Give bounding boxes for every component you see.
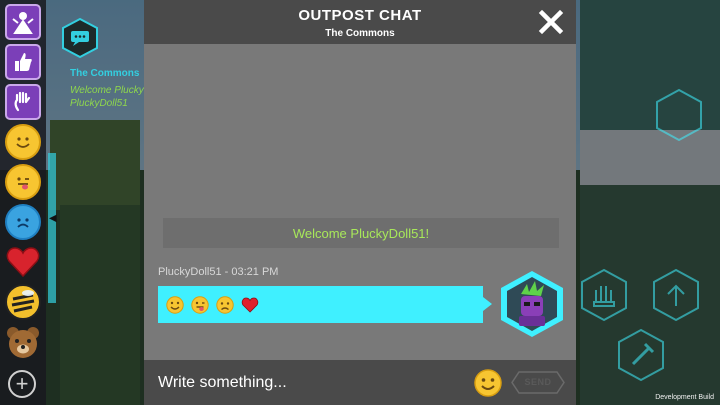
- message-bubble: [158, 286, 483, 323]
- hand-hex-icon[interactable]: [580, 268, 628, 322]
- tongue-out-emoji-icon: [5, 164, 41, 200]
- composer-bar: Write something... SEND: [144, 360, 576, 405]
- send-label: SEND: [524, 377, 552, 387]
- bee-emote-button[interactable]: [5, 284, 41, 320]
- dialog-title: OUTPOST CHAT: [298, 7, 422, 24]
- side-chat-handle[interactable]: [48, 153, 56, 303]
- smile-emote-button[interactable]: [5, 124, 41, 160]
- wave-hand-icon: [5, 84, 41, 120]
- chevron-left-icon[interactable]: ◀: [49, 213, 57, 224]
- send-button[interactable]: SEND: [511, 371, 565, 394]
- message-meta: PluckyDoll51 - 03:21 PM: [158, 266, 279, 278]
- chat-hex-icon[interactable]: [62, 18, 98, 58]
- bear-emote-button[interactable]: [5, 324, 41, 360]
- side-chat-panel: The Commons Welcome Plucky PluckyDoll51 …: [48, 18, 148, 318]
- emote-menu-button[interactable]: [5, 4, 41, 40]
- bear-icon: [5, 324, 41, 360]
- sad-emoji-icon: [5, 204, 41, 240]
- side-chat-title: The Commons: [70, 68, 140, 79]
- worried-emoji-icon: [216, 296, 234, 314]
- bee-icon: [5, 284, 41, 320]
- dialog-subtitle: The Commons: [325, 28, 395, 39]
- welcome-text: Welcome PluckyDoll51!: [292, 226, 430, 241]
- add-icon[interactable]: +: [8, 370, 36, 398]
- smile-emoji-icon: [5, 124, 41, 160]
- heart-emote-button[interactable]: [5, 244, 41, 280]
- system-message: Welcome PluckyDoll51!: [163, 218, 559, 248]
- emoji-picker-icon[interactable]: [474, 369, 502, 397]
- sad-emote-button[interactable]: [5, 204, 41, 240]
- red-heart-icon: [241, 297, 259, 313]
- heart-icon: [5, 244, 41, 280]
- tool-hex-icon[interactable]: [617, 328, 665, 382]
- side-chat-line: PluckyDoll51: [70, 98, 128, 109]
- avatar[interactable]: [499, 270, 565, 338]
- dialog-header: OUTPOST CHAT The Commons: [144, 0, 576, 44]
- thumbs-up-icon: [5, 44, 41, 80]
- message-input[interactable]: Write something...: [158, 374, 287, 392]
- map-hex-icon[interactable]: [655, 88, 703, 142]
- close-icon[interactable]: [538, 9, 564, 35]
- thumbs-up-button[interactable]: [5, 44, 41, 80]
- wave-button[interactable]: [5, 84, 41, 120]
- side-chat-line: Welcome Plucky: [70, 85, 144, 96]
- bubble-tail: [483, 297, 492, 311]
- outpost-chat-dialog: OUTPOST CHAT The Commons Welcome PluckyD…: [144, 0, 576, 405]
- smile-emoji-icon: [166, 296, 184, 314]
- jump-hex-icon[interactable]: [652, 268, 700, 322]
- emote-menu-icon: [5, 4, 41, 40]
- build-label: Development Build: [655, 394, 714, 401]
- tongue-out-emoji-icon: [191, 296, 209, 314]
- emote-bar: +: [0, 0, 46, 405]
- tongue-emote-button[interactable]: [5, 164, 41, 200]
